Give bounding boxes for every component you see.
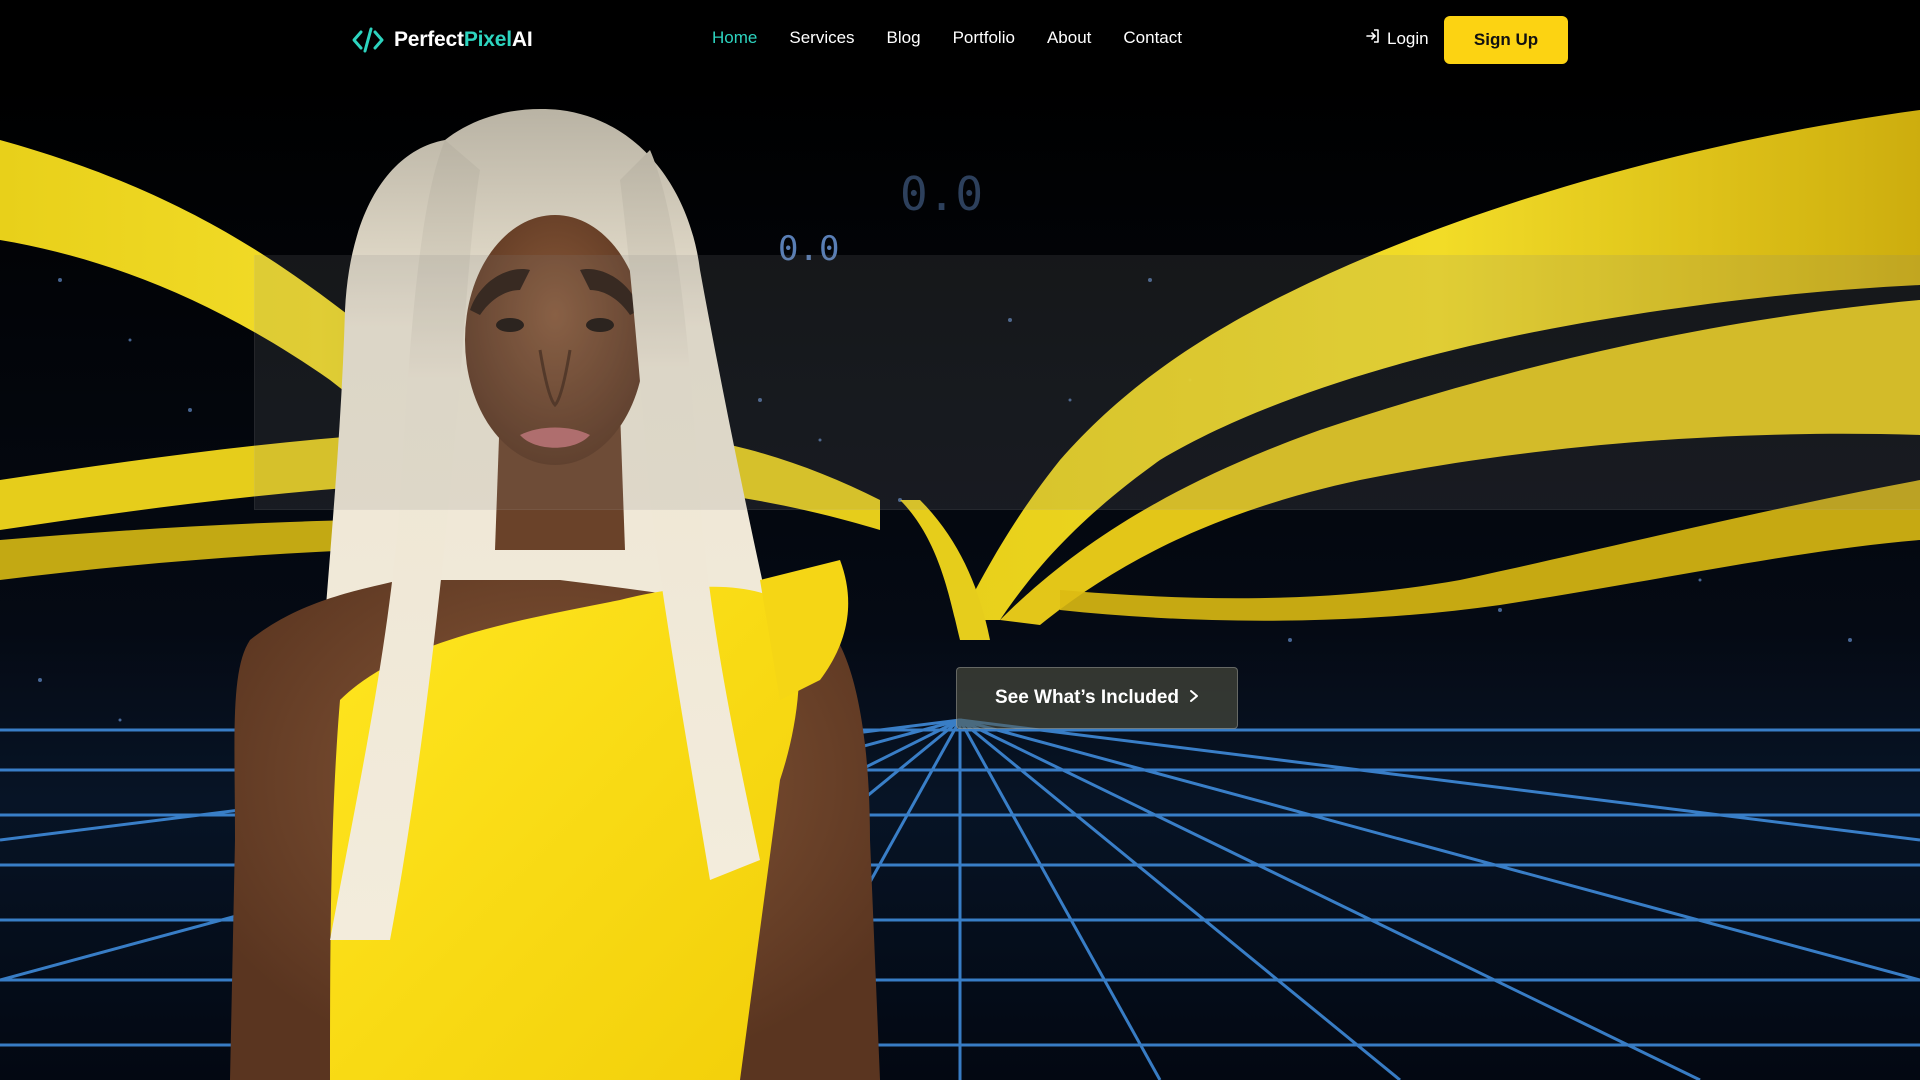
nav-about[interactable]: About bbox=[1047, 28, 1091, 48]
login-arrow-icon bbox=[1365, 28, 1381, 49]
hero-section: 0.0 0.0 See What’s Included bbox=[0, 80, 1920, 1080]
login-label: Login bbox=[1387, 28, 1429, 48]
code-brackets-icon bbox=[352, 27, 384, 53]
nav-home[interactable]: Home bbox=[712, 28, 757, 48]
brand-name: PerfectPixelAI bbox=[394, 28, 533, 51]
cta-label: See What’s Included bbox=[994, 687, 1180, 708]
brand-logo[interactable]: PerfectPixelAI bbox=[352, 25, 533, 55]
hero-background-image: 0.0 0.0 bbox=[0, 80, 1920, 1080]
nav-contact[interactable]: Contact bbox=[1123, 28, 1182, 48]
page: PerfectPixelAI Home Services Blog Portfo… bbox=[0, 0, 1920, 1080]
main-nav: Home Services Blog Portfolio About Conta… bbox=[712, 28, 1182, 48]
nav-services[interactable]: Services bbox=[789, 28, 854, 48]
login-link[interactable]: Login bbox=[1365, 28, 1429, 49]
nav-portfolio[interactable]: Portfolio bbox=[953, 28, 1015, 48]
svg-text:0.0: 0.0 bbox=[900, 167, 983, 221]
nav-blog[interactable]: Blog bbox=[887, 28, 921, 48]
top-navbar: PerfectPixelAI Home Services Blog Portfo… bbox=[0, 0, 1920, 80]
sign-up-button[interactable]: Sign Up bbox=[1444, 16, 1568, 64]
hero-overlay-panel bbox=[254, 255, 1920, 510]
see-whats-included-button[interactable]: See What’s Included bbox=[956, 667, 1238, 729]
chevron-right-icon bbox=[1189, 687, 1199, 709]
